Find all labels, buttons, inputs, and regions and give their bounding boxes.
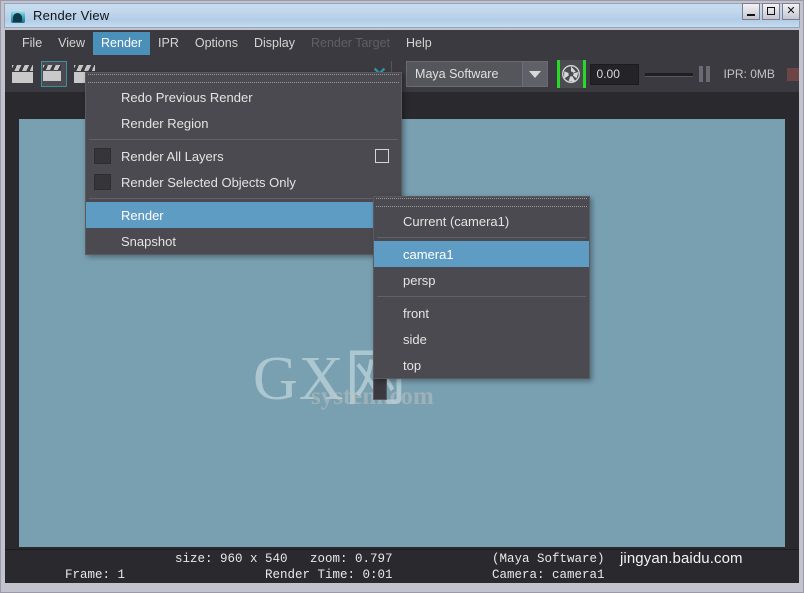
- ipr-quality-slider[interactable]: [645, 65, 690, 83]
- menu-tear-off-handle[interactable]: [88, 74, 399, 83]
- menu-item-label: Render Selected Objects Only: [121, 175, 296, 190]
- menu-item-label: Redo Previous Render: [121, 90, 253, 105]
- camera-item-label: persp: [403, 273, 436, 288]
- menu-render[interactable]: Render: [93, 32, 150, 55]
- status-engine: (Maya Software): [492, 551, 605, 567]
- status-render-time: Render Time: 0:01: [265, 567, 393, 583]
- menu-item-redo-previous-render[interactable]: Redo Previous Render: [86, 84, 401, 110]
- ipr-memory-label: IPR: 0MB: [724, 67, 775, 81]
- submenu-separator: [377, 237, 586, 238]
- status-frame: Frame: 1: [65, 567, 125, 583]
- menu-item-render[interactable]: Render: [86, 202, 401, 228]
- menu-item-render-selected-objects-only[interactable]: Render Selected Objects Only: [86, 169, 401, 195]
- ipr-quality-input[interactable]: 0.00: [590, 64, 639, 85]
- camera-item-label: top: [403, 358, 421, 373]
- render-current-frame-icon[interactable]: [10, 61, 36, 87]
- camera-item-front[interactable]: front: [374, 300, 589, 326]
- menu-item-label: Render Region: [121, 116, 208, 131]
- menu-ipr[interactable]: IPR: [150, 32, 187, 55]
- menu-item-label: Render: [121, 208, 164, 223]
- camera-item-side[interactable]: side: [374, 326, 589, 352]
- camera-item-camera1[interactable]: camera1: [374, 241, 589, 267]
- menu-item-render-all-layers[interactable]: Render All Layers: [86, 143, 401, 169]
- render-view-icon: [10, 8, 26, 24]
- menu-options[interactable]: Options: [187, 32, 246, 55]
- camera-submenu: Current (camera1) camera1 persp front si…: [373, 196, 590, 379]
- menu-item-label: Render All Layers: [121, 149, 224, 164]
- camera-item-label: camera1: [403, 247, 454, 262]
- window-controls: ✕: [742, 3, 800, 20]
- menu-display[interactable]: Display: [246, 32, 303, 55]
- render-menu: Redo Previous Render Render Region Rende…: [85, 72, 402, 255]
- camera-item-label: side: [403, 332, 427, 347]
- menu-item-snapshot[interactable]: Snapshot: [86, 228, 401, 254]
- option-box-icon[interactable]: [94, 174, 111, 190]
- submenu-tear-off-handle[interactable]: [376, 198, 587, 207]
- minimize-button[interactable]: [742, 3, 760, 20]
- camera-item-current[interactable]: Current (camera1): [374, 208, 589, 234]
- status-bar: size: 960 x 540 zoom: 0.797 (Maya Softwa…: [5, 549, 799, 583]
- close-button[interactable]: ✕: [782, 3, 800, 20]
- submenu-separator: [377, 296, 586, 297]
- window-title: Render View: [33, 8, 109, 23]
- renderer-dropdown-label: Maya Software: [407, 67, 522, 81]
- close-icon: ✕: [783, 4, 799, 19]
- status-camera: Camera: camera1: [492, 567, 605, 583]
- renderer-dropdown[interactable]: Maya Software: [406, 61, 548, 87]
- option-box-icon[interactable]: [94, 148, 111, 164]
- maximize-button[interactable]: [762, 3, 780, 20]
- checkbox-icon[interactable]: [375, 149, 389, 163]
- menu-item-render-region[interactable]: Render Region: [86, 110, 401, 136]
- title-bar: Render View: [4, 3, 800, 28]
- pause-icon[interactable]: [699, 66, 712, 82]
- menu-item-label: Snapshot: [121, 234, 176, 249]
- menu-bar: File View Render IPR Options Display Ren…: [5, 30, 799, 56]
- camera-item-top[interactable]: top: [374, 352, 589, 378]
- menu-render-target: Render Target: [303, 32, 398, 55]
- menu-separator: [89, 139, 398, 140]
- aperture-icon: [562, 65, 581, 84]
- camera-item-label: front: [403, 306, 429, 321]
- menu-separator: [89, 198, 398, 199]
- menu-view[interactable]: View: [50, 32, 93, 55]
- camera-item-persp[interactable]: persp: [374, 267, 589, 293]
- camera-item-label: Current (camera1): [403, 214, 509, 229]
- ipr-start-button[interactable]: [557, 60, 585, 88]
- status-size: size: 960 x 540: [175, 551, 288, 567]
- render-view-window: Render View ✕ File View Render IPR Optio…: [0, 0, 804, 593]
- chevron-down-icon: [522, 62, 547, 86]
- stop-square-icon[interactable]: [787, 68, 799, 81]
- menu-file[interactable]: File: [14, 32, 50, 55]
- status-zoom: zoom: 0.797: [310, 551, 393, 567]
- menu-help[interactable]: Help: [398, 32, 440, 55]
- ipr-render-icon[interactable]: [41, 61, 67, 87]
